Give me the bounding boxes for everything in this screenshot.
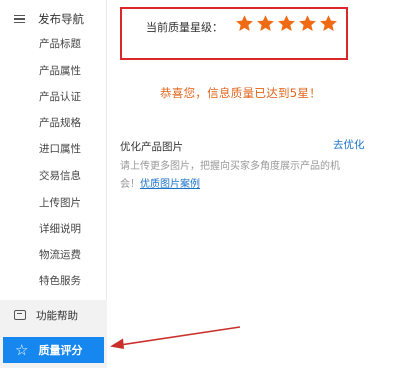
sidebar-item-product-attributes[interactable]: 产品属性 xyxy=(39,63,81,79)
optimize-images-title: 优化产品图片 xyxy=(120,141,183,153)
star-outline-icon: ☆ xyxy=(15,340,29,359)
sidebar-item-import-attributes[interactable]: 进口属性 xyxy=(39,141,81,157)
help-button[interactable]: 功能帮助 xyxy=(14,305,78,325)
current-rating-box: 当前质量星级： xyxy=(120,7,348,60)
sidebar-item-product-title[interactable]: 产品标题 xyxy=(39,36,81,52)
optimize-link[interactable]: 去优化 xyxy=(333,137,365,152)
sidebar-item-product-specs[interactable]: 产品规格 xyxy=(39,115,81,131)
rating-label: 当前质量星级： xyxy=(146,21,223,34)
quality-score-button[interactable]: ☆ 质量评分 xyxy=(3,337,104,363)
sidebar-item-trade-info[interactable]: 交易信息 xyxy=(39,168,81,184)
publish-nav-header: 发布导航 xyxy=(14,10,84,28)
sidebar-item-product-certification[interactable]: 产品认证 xyxy=(39,89,81,105)
star-icon xyxy=(236,15,253,32)
help-label: 功能帮助 xyxy=(36,309,78,322)
star-icon xyxy=(320,15,337,32)
sidebar-item-upload-images[interactable]: 上传图片 xyxy=(39,195,81,211)
publish-nav-label: 发布导航 xyxy=(38,12,84,26)
optimize-description: 请上传更多图片，把握向买家多角度展示产品的机会！优质图片案例 xyxy=(120,158,350,194)
list-icon xyxy=(14,14,26,24)
quality-score-label: 质量评分 xyxy=(38,344,83,357)
annotation-arrow xyxy=(110,326,241,349)
rating-stars xyxy=(235,14,338,33)
star-icon xyxy=(257,15,274,32)
star-icon xyxy=(278,15,295,32)
congrats-message: 恭喜您，信息质量已达到5星！ xyxy=(160,86,322,100)
chat-icon xyxy=(14,310,26,320)
star-icon xyxy=(299,15,316,32)
sidebar-item-shipping[interactable]: 物流运费 xyxy=(39,247,81,263)
sidebar-item-featured-services[interactable]: 特色服务 xyxy=(39,273,81,289)
sidebar-item-detail-description[interactable]: 详细说明 xyxy=(39,221,81,237)
quality-image-examples-link[interactable]: 优质图片案例 xyxy=(140,179,200,190)
